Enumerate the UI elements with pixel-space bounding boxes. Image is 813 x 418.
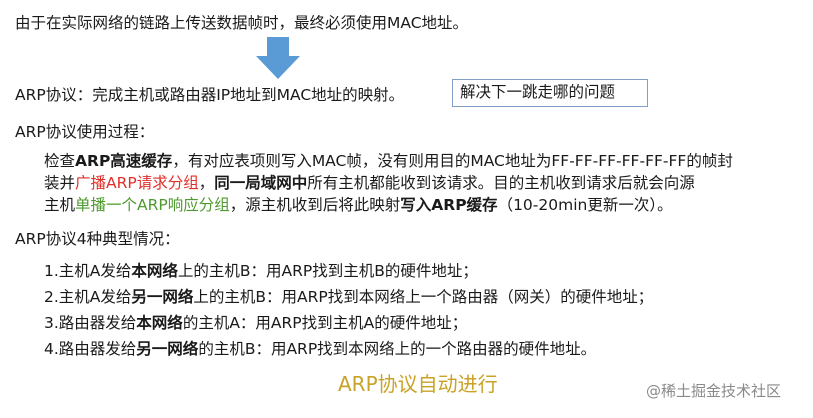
process-line-1: 检查ARP高速缓存，有对应表项则写入MAC帧，没有则用目的MAC地址为FF-FF…: [44, 151, 733, 171]
same-lan-term: 同一局域网中: [214, 174, 308, 192]
case-text: 3.路由器发给: [44, 314, 137, 332]
process-text: （10-20min更新一次）。: [497, 196, 673, 214]
case-text: 上的主机B：用ARP找到本网络上一个路由器（网关）的硬件地址；: [193, 288, 654, 306]
case-text: 上的主机B：用ARP找到主机B的硬件地址；: [177, 262, 478, 280]
process-text: 检查: [44, 152, 76, 170]
down-arrow-icon: [256, 37, 300, 79]
case-text: 的主机B：用ARP找到本网络上的一个路由器的硬件地址。: [198, 340, 597, 358]
case-network-term: 另一网络: [131, 288, 194, 306]
cases-heading: ARP协议4种典型情况：: [15, 230, 180, 248]
case-item: 4.路由器发给另一网络的主机B：用ARP找到本网络上的一个路由器的硬件地址。: [44, 339, 596, 359]
case-item: 3.路由器发给本网络的主机A：用ARP找到主机A的硬件地址；: [44, 313, 467, 333]
process-text: 主机: [44, 196, 76, 214]
process-text: ，有对应表项则写入MAC帧，没有则用目的MAC地址为FF-FF-FF-FF-FF…: [172, 152, 733, 170]
process-text: 所有主机都能收到该请求。目的主机收到请求后就会向源: [307, 174, 695, 192]
watermark: @稀土掘金技术社区: [646, 382, 782, 400]
broadcast-request-term: 广播ARP请求分组: [75, 174, 199, 192]
note-box: 解决下一跳走哪的问题: [452, 79, 648, 107]
case-network-term: 本网络: [136, 314, 183, 332]
process-text: ，源主机收到后将此映射: [229, 196, 401, 214]
case-network-term: 本网络: [131, 262, 178, 280]
case-text: 4.路由器发给: [44, 340, 137, 358]
intro-text: 由于在实际网络的链路上传送数据帧时，最终必须使用MAC地址。: [15, 14, 469, 32]
process-line-2: 装并广播ARP请求分组，同一局域网中所有主机都能收到该请求。目的主机收到请求后就…: [44, 173, 695, 193]
case-text: 2.主机A发给: [44, 288, 132, 306]
process-text: 装并: [44, 174, 76, 192]
process-text: ，: [198, 174, 215, 192]
process-heading: ARP协议使用过程：: [15, 123, 155, 141]
case-text: 1.主机A发给: [44, 262, 132, 280]
arp-cache-term: ARP高速缓存: [75, 152, 173, 170]
case-network-term: 另一网络: [136, 340, 199, 358]
arp-definition: ARP协议：完成主机或路由器IP地址到MAC地址的映射。: [15, 86, 405, 104]
case-text: 的主机A：用ARP找到主机A的硬件地址；: [182, 314, 468, 332]
write-cache-term: 写入ARP缓存: [400, 196, 498, 214]
footer-title: ARP协议自动进行: [338, 372, 498, 396]
process-line-3: 主机单播一个ARP响应分组，源主机收到后将此映射写入ARP缓存（10-20min…: [44, 195, 673, 215]
case-item: 2.主机A发给另一网络上的主机B：用ARP找到本网络上一个路由器（网关）的硬件地…: [44, 287, 653, 307]
case-item: 1.主机A发给本网络上的主机B：用ARP找到主机B的硬件地址；: [44, 261, 478, 281]
unicast-reply-term: 单播一个ARP响应分组: [75, 196, 230, 214]
